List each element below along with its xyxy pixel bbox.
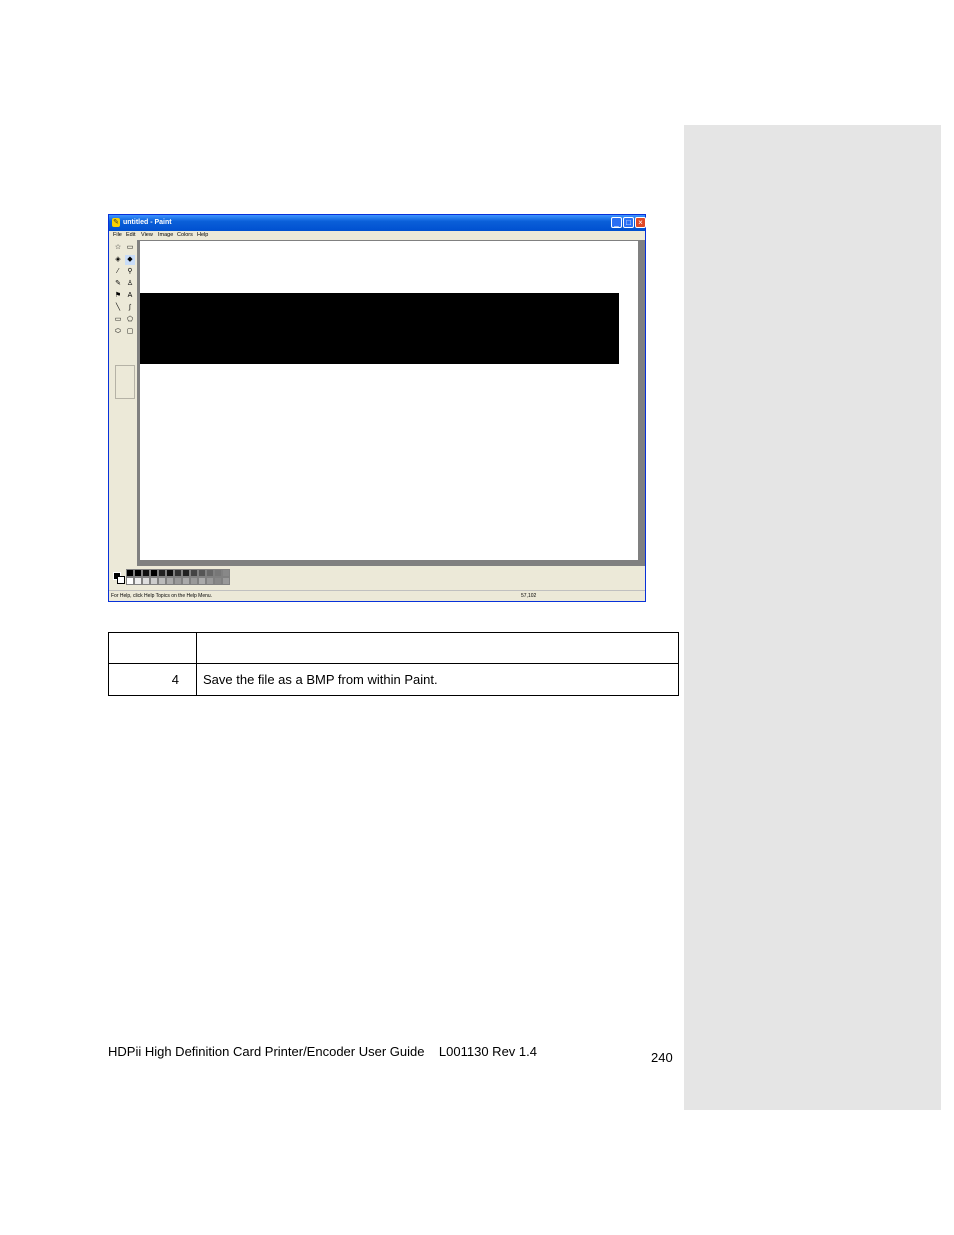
- menu-edit[interactable]: Edit: [126, 231, 135, 240]
- rounded-rectangle-icon[interactable]: ▢: [125, 327, 135, 337]
- menu-view[interactable]: View: [141, 231, 153, 240]
- table-row: [108, 632, 679, 664]
- free-form-select-icon[interactable]: ☆: [113, 243, 123, 253]
- page-number: 240: [651, 1050, 673, 1065]
- drawing-canvas[interactable]: [140, 241, 638, 560]
- table-row: 4 Save the file as a BMP from within Pai…: [108, 663, 679, 696]
- fill-icon[interactable]: ◆: [125, 255, 135, 265]
- window-title: untitled - Paint: [123, 219, 172, 226]
- color-swatch[interactable]: [182, 569, 190, 577]
- text-icon[interactable]: A: [125, 291, 135, 301]
- color-swatch[interactable]: [174, 577, 182, 585]
- step-number: 4: [108, 663, 197, 696]
- eraser-icon[interactable]: ◈: [113, 255, 123, 265]
- color-swatch[interactable]: [222, 569, 230, 577]
- minimize-button[interactable]: _: [611, 217, 622, 228]
- color-swatch[interactable]: [198, 569, 206, 577]
- footer-guide-title: HDPii High Definition Card Printer/Encod…: [108, 1044, 425, 1059]
- menu-image[interactable]: Image: [158, 231, 173, 240]
- airbrush-icon[interactable]: ⚑: [113, 291, 123, 301]
- color-swatch[interactable]: [214, 577, 222, 585]
- steps-table: 4 Save the file as a BMP from within Pai…: [108, 632, 679, 696]
- color-swatch[interactable]: [142, 569, 150, 577]
- paint-app-icon: ✎: [112, 218, 120, 227]
- color-swatch[interactable]: [166, 577, 174, 585]
- color-swatch[interactable]: [126, 577, 134, 585]
- black-rectangle-shape: [140, 293, 619, 364]
- footer-title: HDPii High Definition Card Printer/Encod…: [108, 1044, 537, 1059]
- color-swatch[interactable]: [150, 569, 158, 577]
- color-swatch[interactable]: [166, 569, 174, 577]
- step-text: Save the file as a BMP from within Paint…: [196, 663, 679, 696]
- maximize-button[interactable]: □: [623, 217, 634, 228]
- rectangle-icon[interactable]: ▭: [113, 315, 123, 325]
- color-swatch[interactable]: [158, 569, 166, 577]
- select-icon[interactable]: ▭: [125, 243, 135, 253]
- color-swatch[interactable]: [142, 577, 150, 585]
- menu-colors[interactable]: Colors: [177, 231, 193, 240]
- menu-help[interactable]: Help: [197, 231, 208, 240]
- background-color: [117, 576, 125, 584]
- color-swatch[interactable]: [158, 577, 166, 585]
- color-swatch[interactable]: [214, 569, 222, 577]
- step-number: [108, 632, 197, 664]
- polygon-icon[interactable]: ⬠: [125, 315, 135, 325]
- title-bar: ✎ untitled - Paint _ □ ×: [109, 215, 646, 231]
- close-button[interactable]: ×: [635, 217, 646, 228]
- color-swatch[interactable]: [190, 577, 198, 585]
- color-picker-icon[interactable]: ⁄: [113, 267, 123, 277]
- color-swatch[interactable]: [198, 577, 206, 585]
- step-text: [196, 632, 679, 664]
- color-swatch[interactable]: [222, 577, 230, 585]
- curve-icon[interactable]: ∫: [125, 303, 135, 313]
- color-swatch[interactable]: [134, 577, 142, 585]
- color-swatch[interactable]: [174, 569, 182, 577]
- pencil-icon[interactable]: ✎: [113, 279, 123, 289]
- color-swatch[interactable]: [150, 577, 158, 585]
- current-colors[interactable]: [111, 570, 125, 584]
- brush-icon[interactable]: ♙: [125, 279, 135, 289]
- color-swatch[interactable]: [206, 569, 214, 577]
- color-palette: [111, 568, 261, 588]
- menu-file[interactable]: File: [113, 231, 122, 240]
- color-swatch[interactable]: [206, 577, 214, 585]
- line-icon[interactable]: ╲: [113, 303, 123, 313]
- paint-window-screenshot: ✎ untitled - Paint _ □ × File Edit View …: [108, 214, 646, 602]
- color-swatch[interactable]: [190, 569, 198, 577]
- color-swatch[interactable]: [182, 577, 190, 585]
- toolbox: ☆ ▭ ◈ ◆ ⁄ ⚲ ✎ ♙ ⚑ A ╲ ∫ ▭ ⬠ ⬭ ▢: [111, 241, 137, 567]
- tool-options-box[interactable]: [115, 365, 135, 399]
- ellipse-icon[interactable]: ⬭: [113, 327, 123, 337]
- status-help-text: For Help, click Help Topics on the Help …: [111, 593, 213, 599]
- comment-margin: [684, 125, 941, 1110]
- color-swatch[interactable]: [134, 569, 142, 577]
- cursor-coordinates: 57,102: [521, 593, 537, 599]
- status-bar: For Help, click Help Topics on the Help …: [109, 590, 645, 601]
- magnifier-icon[interactable]: ⚲: [125, 267, 135, 277]
- color-swatch[interactable]: [126, 569, 134, 577]
- workspace: [137, 240, 645, 566]
- menu-bar: File Edit View Image Colors Help: [109, 231, 645, 240]
- footer-doc-id: L001130 Rev 1.4: [438, 1044, 537, 1059]
